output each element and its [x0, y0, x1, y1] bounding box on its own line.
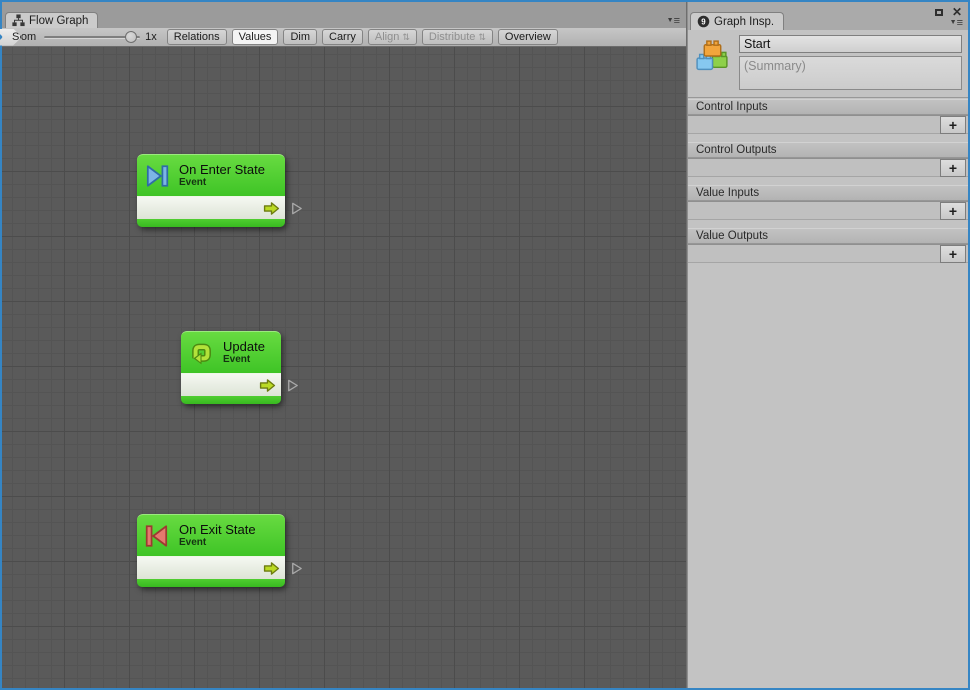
unity-editor-window: Flow Graph ▼≡ GameObject [0, 0, 970, 690]
values-button[interactable]: Values [232, 29, 279, 45]
node-title: On Enter State [179, 162, 265, 177]
dim-button[interactable]: Dim [283, 29, 317, 45]
toolbar-buttons: Relations Values Dim Carry Align⇅ Distri… [167, 29, 558, 45]
zoom-slider[interactable] [44, 31, 140, 43]
node-subtitle: Event [179, 537, 256, 549]
node-title: Update [223, 339, 265, 354]
inspector-tabstrip: 9 Graph Insp. ✕ ▼≡ [688, 2, 968, 30]
flow-graph-toolbar: GameObject [2, 28, 686, 47]
graph-inspector-pane: 9 Graph Insp. ✕ ▼≡ [688, 2, 968, 688]
update-loop-icon [188, 340, 214, 366]
sort-arrows-icon: ⇅ [402, 33, 410, 42]
org-chart-icon [12, 14, 25, 27]
connection-ghost-icon[interactable] [285, 378, 300, 393]
distribute-button[interactable]: Distribute⇅ [422, 29, 493, 45]
control-output-port-icon[interactable] [258, 376, 277, 395]
align-button[interactable]: Align⇅ [368, 29, 417, 45]
node-footer [137, 219, 285, 227]
node-body [137, 556, 285, 579]
flow-machine-bricks-icon [694, 37, 731, 75]
zoom-slider-knob[interactable] [125, 31, 137, 43]
node-title: On Exit State [179, 522, 256, 537]
node-on-exit-state[interactable]: On Exit State Event [137, 514, 285, 587]
svg-text:9: 9 [701, 17, 706, 26]
tab-flow-graph[interactable]: Flow Graph [5, 12, 98, 28]
flow-graph-pane: Flow Graph ▼≡ GameObject [2, 2, 686, 688]
section-empty-row: + [688, 201, 968, 220]
section-value-inputs: Value Inputs + [688, 185, 968, 220]
add-control-output-button[interactable]: + [940, 159, 966, 177]
node-subtitle: Event [223, 354, 265, 366]
tab-flow-graph-label: Flow Graph [29, 15, 88, 27]
section-control-inputs: Control Inputs + [688, 99, 968, 134]
add-value-output-button[interactable]: + [940, 245, 966, 263]
connection-ghost-icon[interactable] [289, 561, 304, 576]
sort-arrows-icon: ⇅ [478, 33, 486, 42]
section-empty-row: + [688, 158, 968, 177]
add-control-input-button[interactable]: + [940, 116, 966, 134]
section-header: Value Inputs [688, 185, 968, 201]
pane-menu-icon[interactable]: ▼≡ [950, 18, 963, 28]
exit-state-icon [144, 523, 170, 549]
node-subtitle: Event [179, 177, 265, 189]
node-footer [181, 396, 281, 404]
maximize-icon[interactable] [935, 9, 943, 16]
section-control-outputs: Control Outputs + [688, 142, 968, 177]
section-empty-row: + [688, 115, 968, 134]
node-header[interactable]: Update Event [181, 331, 281, 373]
node-body [181, 373, 281, 396]
tab-graph-inspector-label: Graph Insp. [714, 16, 774, 28]
node-body [137, 196, 285, 219]
node-header[interactable]: On Exit State Event [137, 514, 285, 556]
enter-state-icon [144, 163, 170, 189]
section-header: Value Outputs [688, 228, 968, 244]
relations-button[interactable]: Relations [167, 29, 227, 45]
node-on-enter-state[interactable]: On Enter State Event [137, 154, 285, 227]
zoom-value: 1x [145, 31, 157, 43]
pane-menu-icon[interactable]: ▼≡ [667, 16, 680, 26]
window-controls: ✕ [935, 7, 962, 17]
inspector-header-block: Start (Summary) [688, 30, 968, 98]
node-header[interactable]: On Enter State Event [137, 154, 285, 196]
graph-canvas[interactable]: On Enter State Event [2, 47, 686, 688]
section-header: Control Inputs [688, 99, 968, 115]
graph-title-input[interactable]: Start [739, 35, 962, 53]
control-output-port-icon[interactable] [262, 559, 281, 578]
section-empty-row: + [688, 244, 968, 263]
inspector-fields: Start (Summary) [739, 35, 962, 90]
node-footer [137, 579, 285, 587]
section-header: Control Outputs [688, 142, 968, 158]
tab-graph-inspector[interactable]: 9 Graph Insp. [690, 12, 784, 30]
add-value-input-button[interactable]: + [940, 202, 966, 220]
graph-summary-input[interactable]: (Summary) [739, 56, 962, 90]
close-icon[interactable]: ✕ [952, 7, 962, 17]
connection-ghost-icon[interactable] [289, 201, 304, 216]
node-update[interactable]: Update Event [181, 331, 281, 404]
carry-button[interactable]: Carry [322, 29, 363, 45]
graph-inspector-icon: 9 [697, 15, 710, 28]
overview-button[interactable]: Overview [498, 29, 558, 45]
inspector-content: Start (Summary) Control Inputs + Control… [688, 30, 968, 688]
control-output-port-icon[interactable] [262, 199, 281, 218]
flow-graph-tabstrip: Flow Graph ▼≡ [2, 2, 686, 28]
section-value-outputs: Value Outputs + [688, 228, 968, 263]
